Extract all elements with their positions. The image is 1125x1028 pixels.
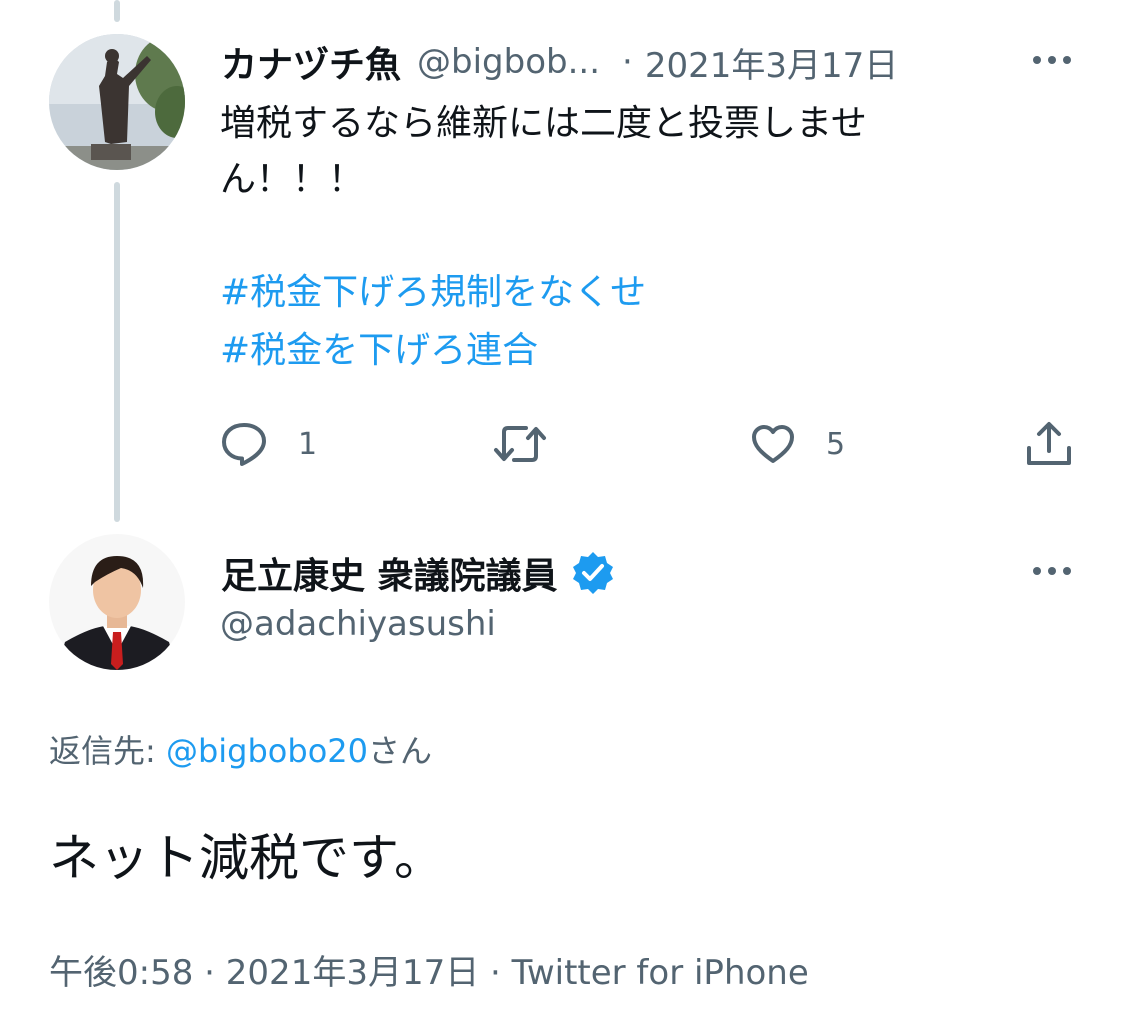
reply-tweet-header: カナヅチ魚 @bigbob... · 2021年3月17日 [221,36,1081,88]
portrait-photo [49,534,185,670]
share-button[interactable] [1024,418,1074,470]
reply-button[interactable]: 1 [220,418,317,470]
like-count: 5 [826,426,846,462]
more-options-icon[interactable] [1028,557,1076,585]
user-handle[interactable]: @adachiyasushi [220,604,496,644]
tweet-metadata: 午後0:58 · 2021年3月17日 · Twitter for iPhone [49,945,809,994]
avatar-portrait[interactable] [49,534,185,670]
user-handle[interactable]: @bigbob... [417,42,600,82]
tweet-time[interactable]: 午後0:58 [49,953,193,993]
main-tweet-text: ネット減税です。 [49,829,444,887]
replying-to: 返信先: @bigbobo20さん [49,726,432,772]
retweet-arrows-icon [494,426,546,462]
user-display-name[interactable]: 足立康史 衆議院議員 [221,547,558,599]
like-button[interactable]: 5 [750,418,845,470]
heart-icon [752,425,794,463]
tweet-date[interactable]: 2021年3月17日 [645,38,898,87]
thread-line [114,182,120,522]
avatar-statue[interactable] [49,34,185,170]
speech-bubble-icon [222,423,266,466]
tweet-source[interactable]: Twitter for iPhone [512,953,809,993]
replying-to-label: 返信先: [49,732,166,770]
share-upload-icon [1027,422,1071,465]
meta-separator: · [479,953,512,993]
verified-badge-icon [570,550,616,596]
statue-photo [49,34,185,170]
reply-tweet-text: 増税するなら維新には二度と投票しません！！！ [220,103,867,200]
main-tweet-header: 足立康史 衆議院議員 [221,548,616,598]
reply-count: 1 [298,426,318,462]
more-options-icon[interactable] [1028,46,1076,74]
user-display-name[interactable]: カナヅチ魚 [221,36,401,88]
reply-to-mention[interactable]: @bigbobo20 [166,732,368,770]
meta-separator: · [193,953,226,993]
thread-line-top [114,0,120,22]
retweet-button[interactable] [492,418,548,470]
reply-to-suffix: さん [367,732,432,770]
hashtag-link[interactable]: #税金を下げろ連合 [220,323,538,379]
header-separator: · [622,42,633,82]
hashtag-link[interactable]: #税金下げろ規制をなくせ [220,265,646,321]
tweet-date[interactable]: 2021年3月17日 [226,953,479,993]
